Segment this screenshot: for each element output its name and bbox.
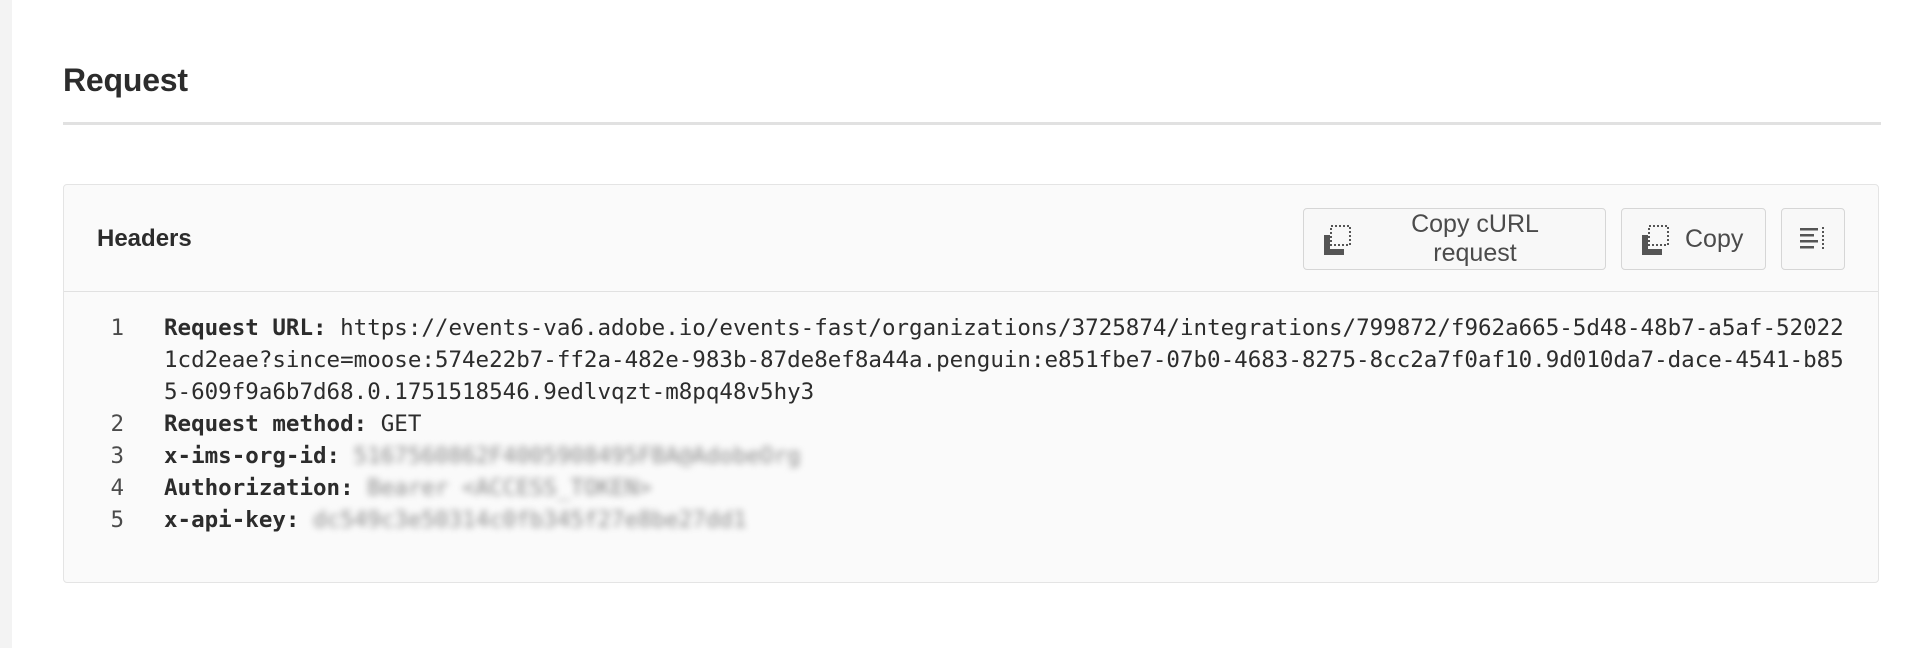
- header-key-authorization: Authorization:: [164, 475, 354, 501]
- code-line-4: 4 Authorization: Bearer <ACCESS_TOKEN>: [64, 472, 1878, 504]
- title-divider: [63, 122, 1881, 125]
- code-line-body: x-api-key: dc549c3e50314c0fb345f27e8be27…: [164, 504, 1844, 536]
- line-number: 5: [110, 507, 124, 533]
- code-line-3: 3 x-ims-org-id: 5167560862F4005908495FBA…: [64, 440, 1878, 472]
- header-value-authorization: Bearer <ACCESS_TOKEN>: [367, 475, 652, 501]
- section-title: Request: [63, 62, 188, 98]
- panel-header: Headers Copy cURL request Copy: [64, 185, 1878, 292]
- code-line-1: 1 Request URL: https://events-va6.adobe.…: [64, 312, 1878, 408]
- header-value-request-url: https://events-va6.adobe.io/events-fast/…: [164, 315, 1844, 405]
- code-line-body: Authorization: Bearer <ACCESS_TOKEN>: [164, 472, 1844, 504]
- code-line-body: Request URL: https://events-va6.adobe.io…: [164, 312, 1844, 408]
- copy-label: Copy: [1685, 224, 1744, 253]
- left-rail: [0, 0, 12, 648]
- copy-icon: [1321, 223, 1353, 255]
- code-line-2: 2 Request method: GET: [64, 408, 1878, 440]
- line-number: 2: [110, 411, 124, 437]
- line-number: 4: [110, 475, 124, 501]
- code-line-body: Request method: GET: [164, 408, 1844, 440]
- line-number: 1: [110, 315, 124, 341]
- copy-curl-request-label: Copy cURL request: [1411, 210, 1539, 267]
- panel-title: Headers: [97, 225, 192, 252]
- code-line-5: 5 x-api-key: dc549c3e50314c0fb345f27e8be…: [64, 504, 1878, 536]
- header-value-request-method: GET: [380, 411, 422, 437]
- header-key-request-url: Request URL:: [164, 315, 327, 341]
- header-value-api-key: dc549c3e50314c0fb345f27e8be27dd1: [313, 507, 747, 533]
- header-value-ims-org-id: 5167560862F4005908495FBA@AdobeOrg: [353, 443, 801, 469]
- header-key-ims-org-id: x-ims-org-id:: [164, 443, 341, 469]
- panel-toolbar: Copy cURL request Copy: [1303, 208, 1845, 270]
- text-wrap-icon: [1797, 223, 1829, 255]
- header-key-request-method: Request method:: [164, 411, 368, 437]
- page: Request Headers Copy cURL request Copy 1…: [0, 0, 1932, 648]
- code-block: 1 Request URL: https://events-va6.adobe.…: [64, 292, 1878, 536]
- copy-button[interactable]: Copy: [1621, 208, 1766, 270]
- line-number: 3: [110, 443, 124, 469]
- text-wrap-button[interactable]: [1781, 208, 1845, 270]
- copy-curl-request-button[interactable]: Copy cURL request: [1303, 208, 1606, 270]
- copy-icon: [1639, 223, 1671, 255]
- header-key-api-key: x-api-key:: [164, 507, 300, 533]
- code-line-body: x-ims-org-id: 5167560862F4005908495FBA@A…: [164, 440, 1844, 472]
- headers-panel: Headers Copy cURL request Copy 1 Request…: [63, 184, 1879, 583]
